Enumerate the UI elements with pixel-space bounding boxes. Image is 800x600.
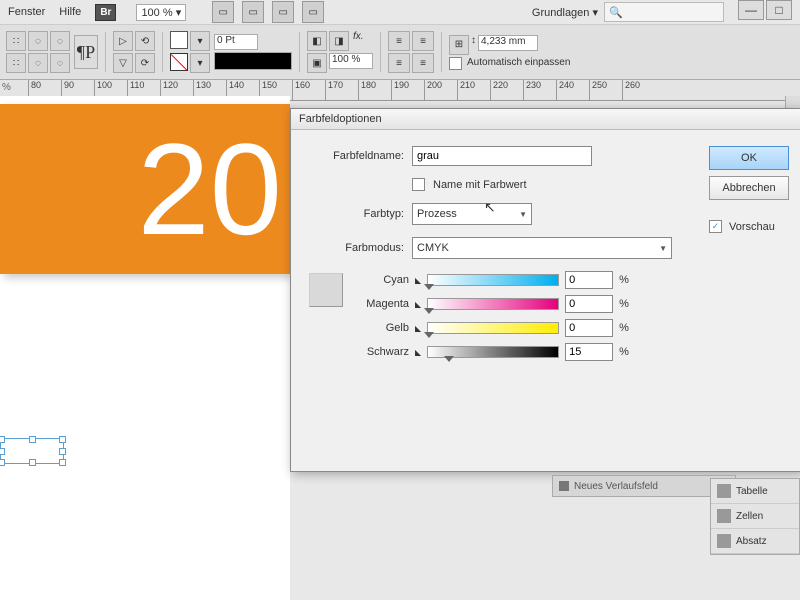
swatches-panel-item[interactable]: Neues Verlaufsfeld (552, 475, 736, 497)
tool-a1[interactable]: ∷ (6, 31, 26, 51)
paragraph-tool-icon[interactable]: ¶P (74, 35, 98, 69)
magenta-label: Magenta (353, 298, 409, 310)
view-mode-icon[interactable]: ▭ (212, 1, 234, 23)
stroke-weight-input[interactable]: 0 Pt (214, 34, 258, 50)
cyan-label: Cyan (353, 274, 409, 286)
control-toolbar: ∷◌◌∷◌◌ ¶P ▷⟲▽⟳ ▾▾ 0 Pt ◧◨fx.▣100 % ≡≡≡≡ … (0, 25, 800, 80)
arrange-icon[interactable]: ▭ (272, 1, 294, 23)
minimize-icon[interactable]: — (738, 0, 764, 20)
orange-frame[interactable]: 20 (0, 104, 290, 274)
preview-label: Vorschau (729, 221, 775, 233)
fill-swatch[interactable] (170, 31, 188, 49)
black-slider[interactable] (427, 346, 559, 358)
preview-checkbox[interactable]: ✓ (709, 220, 722, 233)
frame-fit-icon[interactable]: ⊞ (449, 35, 469, 55)
swatch-name-input[interactable] (412, 146, 592, 166)
color-preview-swatch (309, 273, 343, 307)
color-type-dropdown[interactable]: Prozess (412, 203, 532, 225)
right-panels: Tabelle Zellen Absatz (710, 478, 800, 555)
swatch-options-dialog: Farbfeldoptionen Farbfeldname: Name mit … (290, 108, 800, 472)
flip-h-icon[interactable]: ▷ (113, 31, 133, 51)
big-text: 20 (137, 124, 282, 254)
rotate2-icon[interactable]: ⟳ (135, 53, 155, 73)
yellow-value-input[interactable] (565, 319, 613, 337)
wrap-icon[interactable]: ≡ (388, 31, 410, 51)
maximize-icon[interactable]: □ (766, 0, 792, 20)
name-with-value-checkbox[interactable] (412, 178, 425, 191)
stroke-swatch[interactable] (170, 53, 188, 71)
workspace-dropdown[interactable]: Grundlagen ▾ (532, 6, 598, 19)
menu-fenster[interactable]: Fenster (8, 6, 45, 18)
menu-hilfe[interactable]: Hilfe (59, 6, 81, 18)
black-label: Schwarz (353, 346, 409, 358)
name-label: Farbfeldname: (309, 150, 404, 162)
yellow-slider[interactable] (427, 322, 559, 334)
panel-cells[interactable]: Zellen (711, 504, 799, 529)
tool-a2[interactable]: ◌ (28, 31, 48, 51)
tool-b1[interactable]: ∷ (6, 53, 26, 73)
tool-b2[interactable]: ◌ (28, 53, 48, 73)
autofit-label: Automatisch einpassen (467, 57, 570, 70)
wrap3-icon[interactable]: ≡ (388, 53, 410, 73)
tool-b3[interactable]: ◌ (50, 53, 70, 73)
autofit-checkbox[interactable] (449, 57, 462, 70)
zoom-dropdown[interactable]: 100 % ▾ (136, 4, 186, 21)
wrap2-icon[interactable]: ≡ (412, 31, 434, 51)
opacity-icon[interactable]: ◧ (307, 31, 327, 51)
tool-a3[interactable]: ◌ (50, 31, 70, 51)
rotate-icon[interactable]: ⟲ (135, 31, 155, 51)
blend-icon[interactable]: ▣ (307, 53, 327, 73)
stroke-style[interactable] (214, 52, 292, 70)
color-mode-dropdown[interactable]: CMYK (412, 237, 672, 259)
stroke-arrow[interactable]: ▾ (190, 53, 210, 73)
cyan-slider[interactable] (427, 274, 559, 286)
flip-v-icon[interactable]: ▽ (113, 53, 133, 73)
black-value-input[interactable] (565, 343, 613, 361)
magenta-slider[interactable] (427, 298, 559, 310)
cancel-button[interactable]: Abbrechen (709, 176, 789, 200)
panel-paragraph[interactable]: Absatz (711, 529, 799, 554)
name-with-value-label: Name mit Farbwert (433, 179, 527, 191)
width-input[interactable]: 4,233 mm (478, 35, 538, 51)
magenta-value-input[interactable] (565, 295, 613, 313)
document-canvas[interactable]: 20 (0, 96, 290, 600)
opacity-input[interactable]: 100 % (329, 53, 373, 69)
swatch-arrow[interactable]: ▾ (190, 31, 210, 51)
mode-label: Farbmodus: (309, 242, 404, 254)
effects-icon[interactable]: ◨ (329, 31, 349, 51)
ruler-unit: % (2, 82, 11, 93)
wrap4-icon[interactable]: ≡ (412, 53, 434, 73)
search-input[interactable]: 🔍 (604, 2, 724, 22)
type-label: Farbtyp: (309, 208, 404, 220)
arrange2-icon[interactable]: ▭ (302, 1, 324, 23)
yellow-label: Gelb (353, 322, 409, 334)
panel-table[interactable]: Tabelle (711, 479, 799, 504)
bridge-badge[interactable]: Br (95, 4, 116, 21)
screen-mode-icon[interactable]: ▭ (242, 1, 264, 23)
dialog-title: Farbfeldoptionen (291, 109, 800, 130)
selected-frame[interactable] (0, 438, 64, 464)
ok-button[interactable]: OK (709, 146, 789, 170)
cyan-value-input[interactable] (565, 271, 613, 289)
